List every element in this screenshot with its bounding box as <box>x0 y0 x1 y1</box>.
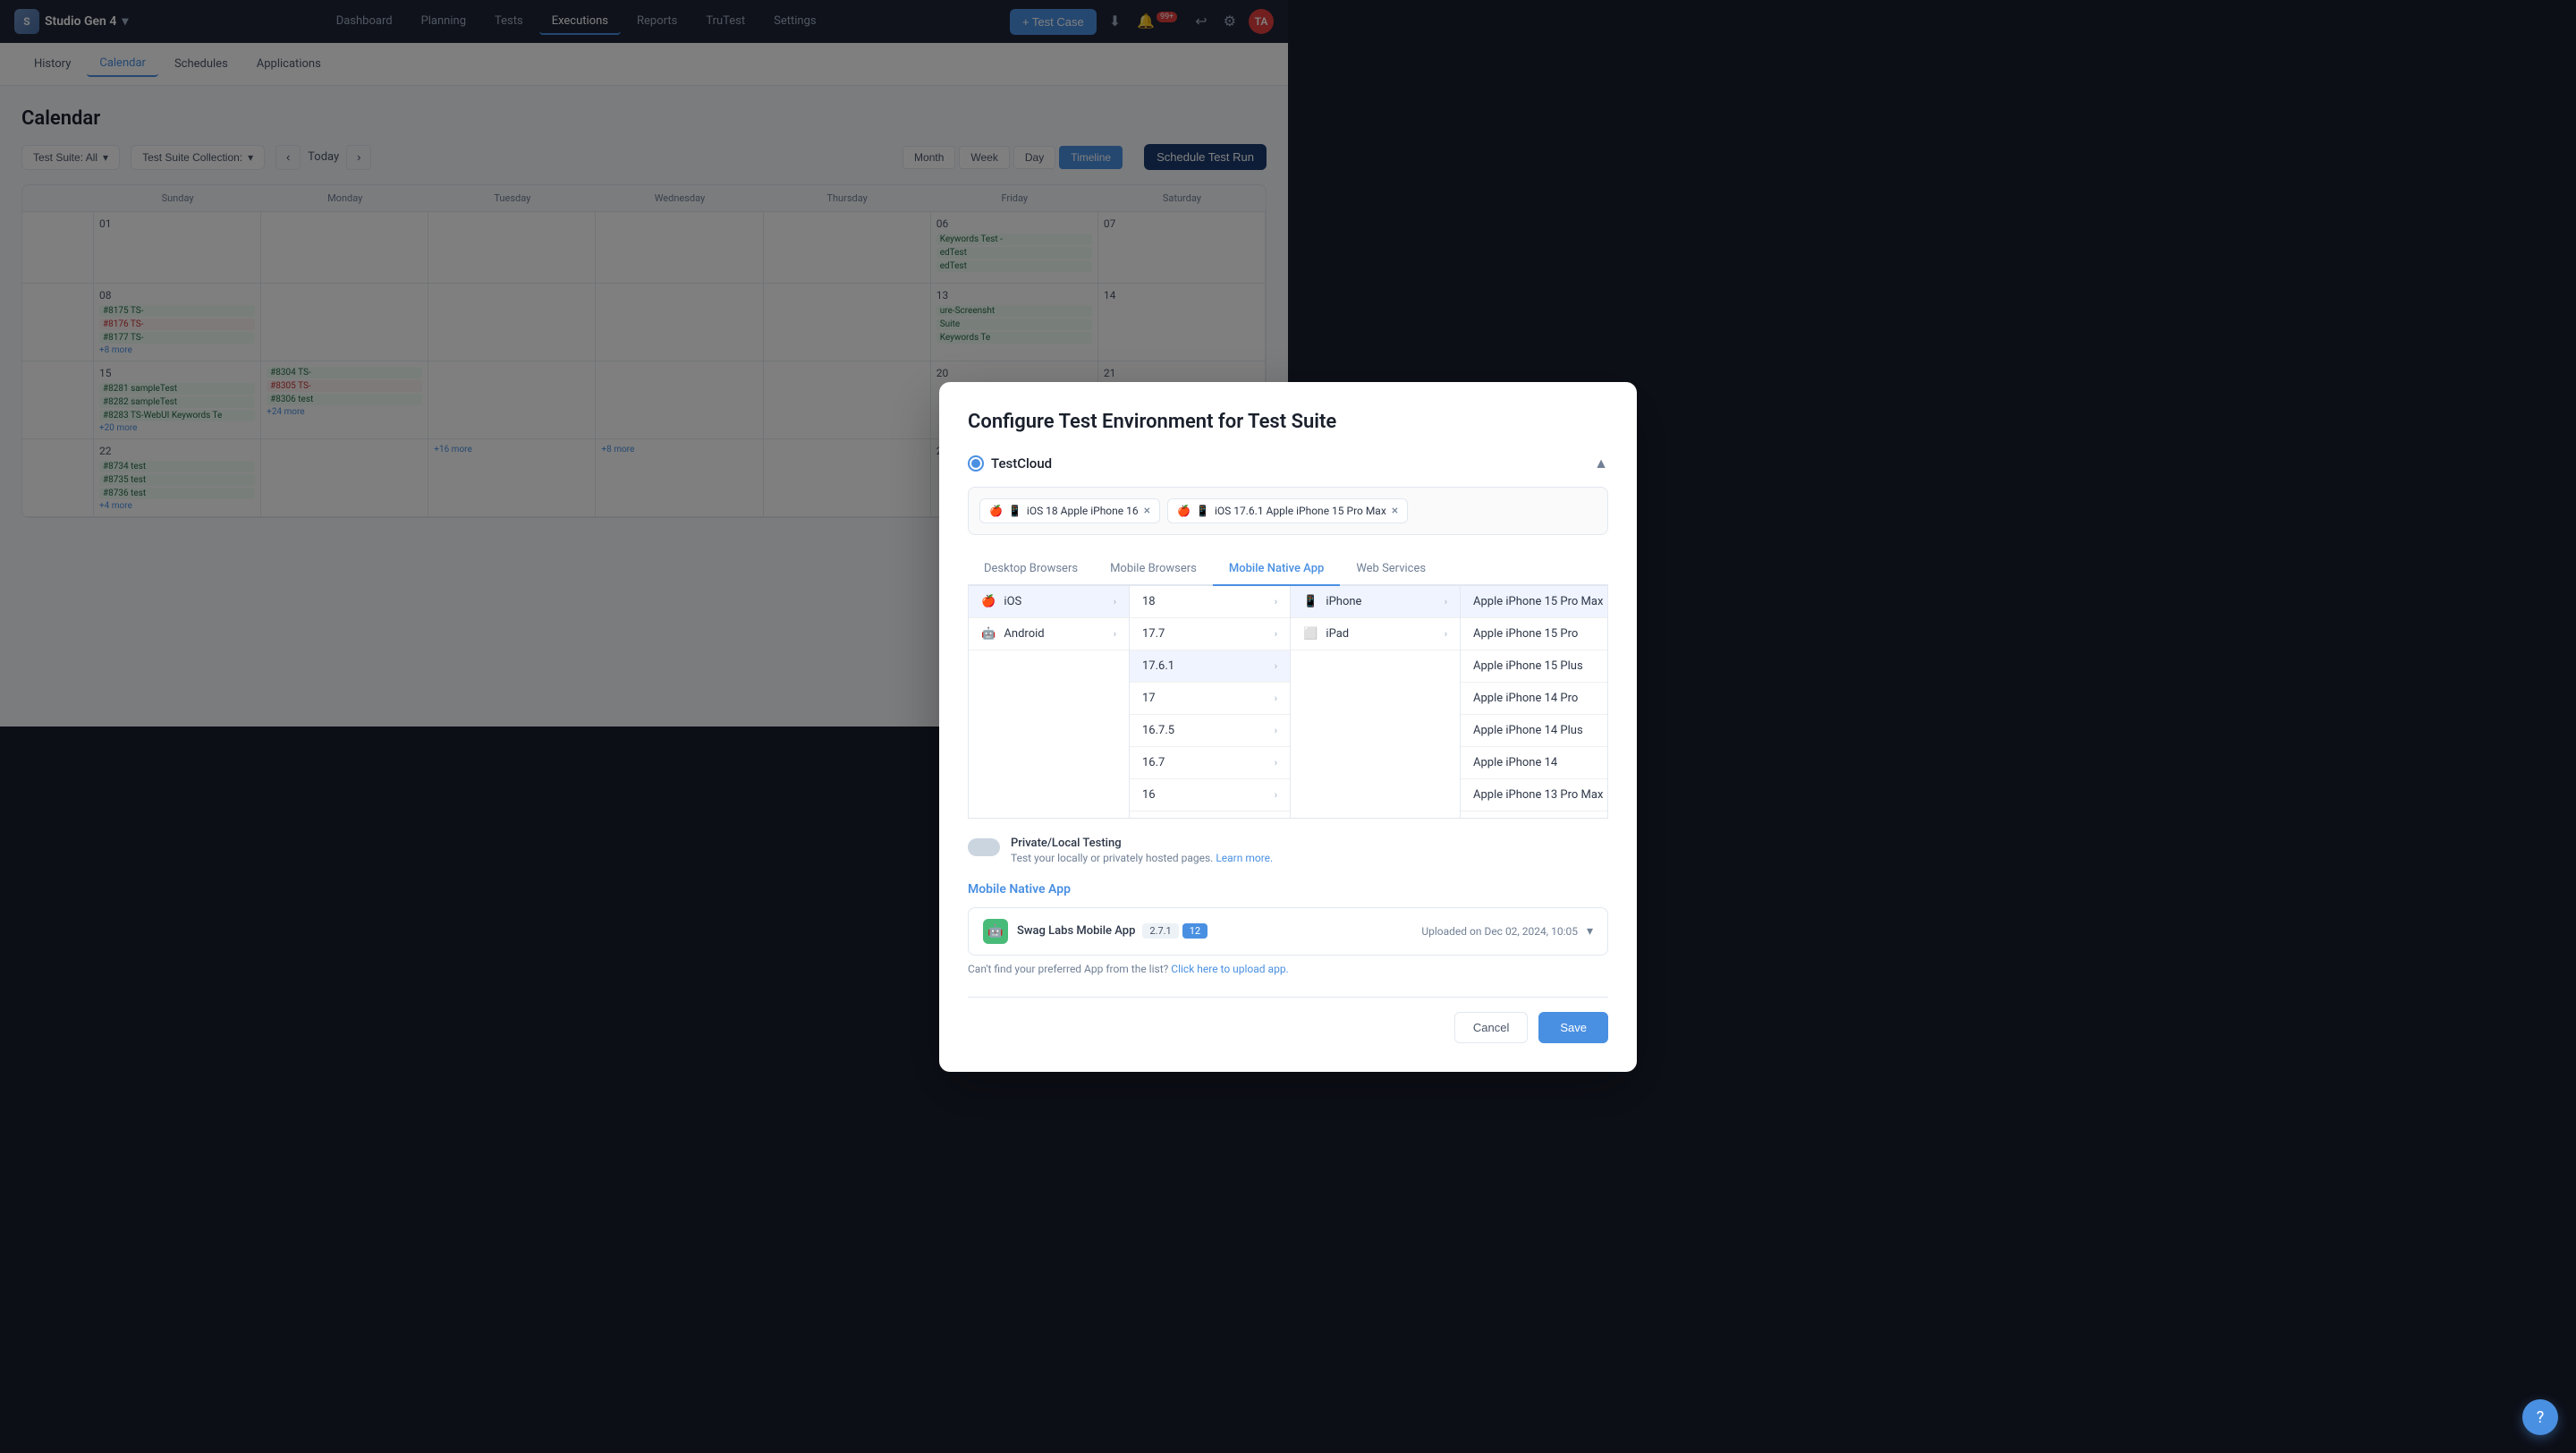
version-column: 18 › 17.7 › 17.6.1 › 17 › 16.7.5 › <box>1130 586 1291 818</box>
version-18[interactable]: 18 › <box>1130 586 1290 618</box>
app-build-badge: 12 <box>1182 923 1208 939</box>
os-column: 🍎 iOS › 🤖 Android › <box>969 586 1130 818</box>
device-iphone14pro[interactable]: Apple iPhone 14 Pro <box>1461 683 1608 715</box>
ios-icon-2: 🍎 <box>1177 505 1191 517</box>
device-label: Apple iPhone 14 Plus <box>1473 724 1583 737</box>
version-177[interactable]: 17.7 › <box>1130 618 1290 650</box>
testcloud-label: TestCloud <box>968 455 1052 472</box>
collapse-icon[interactable]: ▲ <box>1594 455 1608 472</box>
device-iphone13mini[interactable]: Apple iPhone 13 mini <box>1461 811 1608 818</box>
chevron-icon: › <box>1275 596 1277 608</box>
chevron-icon: › <box>1275 693 1277 704</box>
tab-mobile-native-app[interactable]: Mobile Native App <box>1213 553 1340 586</box>
android-label: 🤖 Android <box>981 627 1045 641</box>
device-type-iphone[interactable]: 📱 iPhone › <box>1291 586 1460 618</box>
private-testing-desc: Test your locally or privately hosted pa… <box>1011 852 1273 864</box>
chevron-icon: › <box>1275 628 1277 640</box>
chevron-icon: › <box>1275 789 1277 801</box>
save-button[interactable]: Save <box>1538 1012 1608 1043</box>
device-iphone13promax[interactable]: Apple iPhone 13 Pro Max <box>1461 779 1608 811</box>
upload-link-text: Can't find your preferred App from the l… <box>968 963 1608 975</box>
os-android-item[interactable]: 🤖 Android › <box>969 618 1129 650</box>
app-version-badge: 2.7.1 <box>1142 923 1178 939</box>
support-chat-button[interactable]: ? <box>2522 1399 2558 1435</box>
device-tag-label-1: iOS 18 Apple iPhone 16 <box>1027 505 1139 517</box>
version-157[interactable]: 15.7 › <box>1130 811 1290 818</box>
device-label: Apple iPhone 14 Pro <box>1473 692 1578 705</box>
device-label: Apple iPhone 15 Pro <box>1473 627 1578 641</box>
tab-desktop-browsers[interactable]: Desktop Browsers <box>968 553 1094 586</box>
mobile-native-app-section: Mobile Native App 🤖 Swag Labs Mobile App… <box>968 882 1608 975</box>
device-label: Apple iPhone 15 Pro Max <box>1473 595 1603 608</box>
device-label: Apple iPhone 14 <box>1473 756 1557 769</box>
device-tag-label-2: iOS 17.6.1 Apple iPhone 15 Pro Max <box>1215 505 1386 517</box>
device-type-ipad[interactable]: ⬜ iPad › <box>1291 618 1460 650</box>
apple-icon: 🍎 <box>981 595 996 608</box>
phone-icon: 📱 <box>1303 595 1318 608</box>
ios-label: 🍎 iOS <box>981 595 1021 608</box>
radio-inner <box>971 459 980 468</box>
device-label: Apple iPhone 13 Pro Max <box>1473 788 1603 802</box>
device-tag-1: 🍎 📱 iOS 18 Apple iPhone 16 × <box>979 498 1160 523</box>
testcloud-header: TestCloud ▲ <box>968 455 1608 472</box>
device-tags-container: 🍎 📱 iOS 18 Apple iPhone 16 × 🍎 📱 iOS 17.… <box>968 487 1608 535</box>
app-row: 🤖 Swag Labs Mobile App 2.7.1 12 Uploaded… <box>968 907 1608 956</box>
chevron-right-icon: › <box>1445 596 1447 608</box>
upload-app-link[interactable]: Click here to upload app. <box>1171 963 1288 975</box>
modal-overlay[interactable]: Configure Test Environment for Test Suit… <box>0 0 2576 1453</box>
version-1761[interactable]: 17.6.1 › <box>1130 650 1290 683</box>
remove-device-2-button[interactable]: × <box>1392 505 1398 517</box>
device-iphone14[interactable]: Apple iPhone 14 <box>1461 747 1608 779</box>
chevron-icon: › <box>1275 757 1277 769</box>
device-icon-mobile-2: 📱 <box>1196 505 1209 517</box>
chevron-right-icon: › <box>1445 628 1447 640</box>
app-icon: 🤖 <box>983 919 1008 944</box>
remove-device-1-button[interactable]: × <box>1144 505 1150 517</box>
env-tabs: Desktop Browsers Mobile Browsers Mobile … <box>968 553 1608 586</box>
cancel-button[interactable]: Cancel <box>1454 1012 1528 1043</box>
tab-mobile-browsers[interactable]: Mobile Browsers <box>1094 553 1213 586</box>
device-label: Apple iPhone 15 Plus <box>1473 659 1583 673</box>
ipad-label: ⬜ iPad <box>1303 627 1349 641</box>
version-17[interactable]: 17 › <box>1130 683 1290 715</box>
learn-more-link[interactable]: Learn more. <box>1216 852 1273 864</box>
device-iphone14plus[interactable]: Apple iPhone 14 Plus <box>1461 715 1608 747</box>
device-picker: 🍎 iOS › 🤖 Android › 18 › <box>968 586 1608 819</box>
android-icon: 🤖 <box>981 627 996 641</box>
expand-app-button[interactable]: ▾ <box>1587 924 1593 939</box>
chevron-right-icon: › <box>1114 596 1116 608</box>
iphone-label: 📱 iPhone <box>1303 595 1361 608</box>
device-iphone15promax[interactable]: Apple iPhone 15 Pro Max <box>1461 586 1608 618</box>
private-testing-text: Private/Local Testing Test your locally … <box>1011 837 1273 864</box>
version-16[interactable]: 16 › <box>1130 779 1290 811</box>
chevron-icon: › <box>1275 660 1277 672</box>
private-testing-section: Private/Local Testing Test your locally … <box>968 837 1608 864</box>
ios-icon-1: 🍎 <box>989 505 1003 517</box>
ipad-icon: ⬜ <box>1303 627 1318 641</box>
device-list-column: Apple iPhone 15 Pro Max Apple iPhone 15 … <box>1461 586 1608 818</box>
version-167[interactable]: 16.7 › <box>1130 747 1290 779</box>
private-testing-title: Private/Local Testing <box>1011 837 1273 850</box>
device-tag-2: 🍎 📱 iOS 17.6.1 Apple iPhone 15 Pro Max × <box>1167 498 1408 523</box>
os-ios-item[interactable]: 🍎 iOS › <box>969 586 1129 618</box>
device-type-column: 📱 iPhone › ⬜ iPad › <box>1291 586 1461 818</box>
upload-date: Uploaded on Dec 02, 2024, 10:05 <box>1421 925 1578 938</box>
configure-test-environment-modal: Configure Test Environment for Test Suit… <box>939 382 1637 1072</box>
chevron-icon: › <box>1275 725 1277 736</box>
app-name: Swag Labs Mobile App <box>1017 924 1135 938</box>
mobile-native-app-title: Mobile Native App <box>968 882 1608 896</box>
version-1675[interactable]: 16.7.5 › <box>1130 715 1290 747</box>
testcloud-text: TestCloud <box>991 455 1052 472</box>
tab-web-services[interactable]: Web Services <box>1340 553 1442 586</box>
device-iphone15pro[interactable]: Apple iPhone 15 Pro <box>1461 618 1608 650</box>
modal-title: Configure Test Environment for Test Suit… <box>968 411 1608 433</box>
modal-footer: Cancel Save <box>968 997 1608 1043</box>
private-testing-toggle[interactable] <box>968 838 1000 856</box>
testcloud-radio[interactable] <box>968 455 984 472</box>
device-icon-mobile-1: 📱 <box>1008 505 1021 517</box>
device-iphone15plus[interactable]: Apple iPhone 15 Plus <box>1461 650 1608 683</box>
chevron-right-icon: › <box>1114 628 1116 640</box>
